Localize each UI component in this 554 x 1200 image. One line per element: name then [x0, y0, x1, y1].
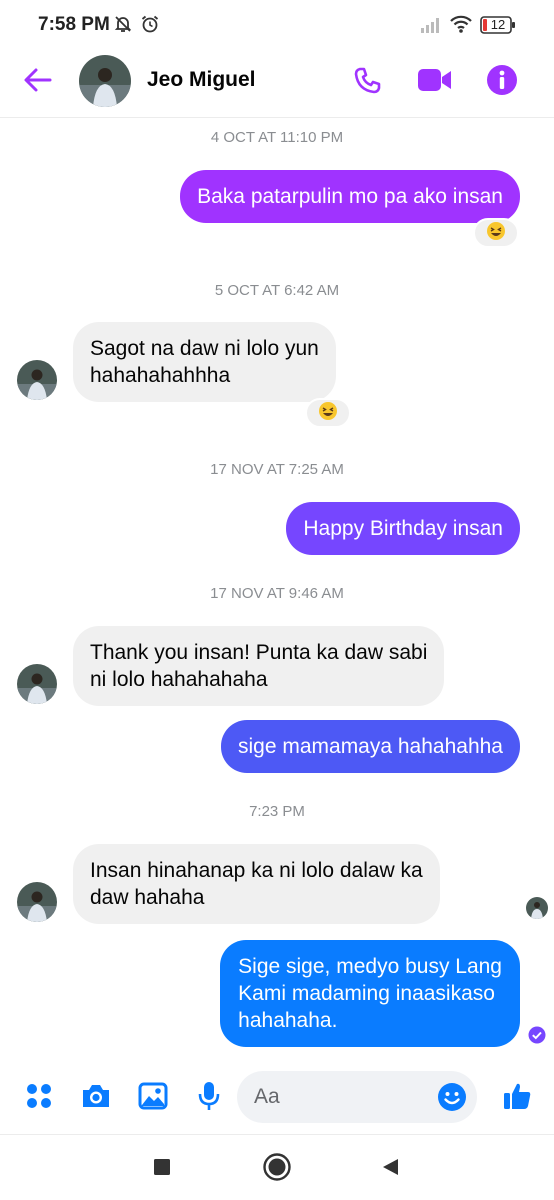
message-timestamp: 17 NOV AT 7:25 AM — [210, 461, 344, 478]
signal-icon — [420, 16, 442, 39]
message-text: Sige sige, medyo busy Lang — [238, 955, 502, 978]
gallery-button[interactable] — [133, 1078, 173, 1118]
recents-button[interactable] — [144, 1151, 180, 1187]
message-text: Insan hinahanap ka ni lolo dalaw ka — [90, 859, 423, 882]
message-timestamp: 4 OCT AT 11:10 PM — [210, 129, 344, 146]
video-call-button[interactable] — [415, 62, 455, 102]
back-arrow-icon — [23, 67, 53, 98]
sender-avatar[interactable] — [17, 360, 57, 400]
outgoing-message[interactable]: Baka patarpulin mo pa ako insan — [180, 170, 520, 223]
outgoing-message[interactable]: Sige sige, medyo busy Lang Kami madaming… — [220, 940, 520, 1047]
message-reaction[interactable] — [305, 398, 351, 428]
microphone-icon — [197, 1081, 221, 1116]
laughing-emoji-icon — [318, 401, 338, 426]
contact-avatar[interactable] — [79, 55, 131, 107]
message-timestamp: 5 OCT AT 6:42 AM — [214, 282, 340, 299]
sender-avatar[interactable] — [17, 882, 57, 922]
wifi-icon — [449, 14, 473, 39]
incoming-message[interactable]: Insan hinahanap ka ni lolo dalaw ka daw … — [73, 844, 440, 924]
contact-name[interactable]: Jeo Miguel — [147, 68, 256, 92]
message-text: ni lolo hahahahaha — [90, 668, 268, 691]
message-text: Sagot na daw ni lolo yun — [90, 337, 319, 360]
voice-call-button[interactable] — [348, 62, 388, 102]
system-navigation-bar — [0, 1134, 554, 1200]
info-icon — [486, 64, 518, 101]
home-circle-icon — [262, 1152, 292, 1187]
conversation-info-button[interactable] — [482, 62, 522, 102]
message-text: hahahahahhha — [90, 364, 231, 387]
outgoing-message[interactable]: Happy Birthday insan — [286, 502, 520, 555]
message-text: daw hahaha — [90, 886, 205, 909]
message-text: hahahaha. — [238, 1009, 338, 1032]
message-timestamp: 17 NOV AT 9:46 AM — [210, 585, 344, 602]
more-actions-button[interactable] — [19, 1078, 59, 1118]
laughing-emoji-icon — [486, 221, 506, 246]
back-nav-button[interactable] — [372, 1151, 408, 1187]
conversation-header: Jeo Miguel — [0, 48, 554, 118]
status-time: 7:58 PM — [38, 14, 110, 35]
delivered-check-icon — [528, 1026, 546, 1049]
emoji-icon[interactable] — [437, 1082, 467, 1117]
mute-bell-icon — [113, 14, 133, 39]
back-button[interactable] — [18, 62, 58, 102]
recents-square-icon — [153, 1158, 171, 1181]
message-input[interactable] — [254, 1071, 424, 1123]
message-text: Baka patarpulin mo pa ako insan — [197, 185, 503, 208]
message-composer — [0, 1068, 554, 1128]
voice-message-button[interactable] — [189, 1078, 229, 1118]
sender-avatar[interactable] — [17, 664, 57, 704]
message-text: Kami madaming inaasikaso — [238, 982, 495, 1005]
message-text: sige mamamaya hahahahha — [237, 735, 503, 758]
phone-icon — [354, 66, 382, 99]
back-triangle-icon — [380, 1157, 400, 1182]
outgoing-message[interactable]: sige mamamaya hahahahha — [220, 720, 520, 773]
alarm-icon — [140, 14, 160, 39]
like-button[interactable] — [497, 1078, 537, 1118]
message-text: Thank you insan! Punta ka daw sabi — [90, 641, 428, 664]
status-bar: 7:58 PM 12 — [0, 0, 554, 48]
incoming-message[interactable]: Thank you insan! Punta ka daw sabi ni lo… — [73, 626, 445, 706]
thumbs-up-icon — [502, 1081, 532, 1116]
camera-icon — [80, 1082, 112, 1115]
message-text: Happy Birthday insan — [303, 517, 503, 540]
gallery-icon — [138, 1082, 168, 1115]
message-reaction[interactable] — [473, 218, 519, 248]
seen-by-avatar — [526, 897, 548, 919]
video-icon — [417, 67, 453, 98]
battery-level: 12 — [490, 17, 506, 32]
message-timestamp: 7:23 PM — [249, 803, 305, 820]
apps-grid-icon — [25, 1082, 53, 1115]
message-input-container[interactable] — [237, 1071, 477, 1123]
camera-button[interactable] — [76, 1078, 116, 1118]
home-button[interactable] — [259, 1151, 295, 1187]
incoming-message[interactable]: Sagot na daw ni lolo yun hahahahahhha — [73, 322, 336, 402]
